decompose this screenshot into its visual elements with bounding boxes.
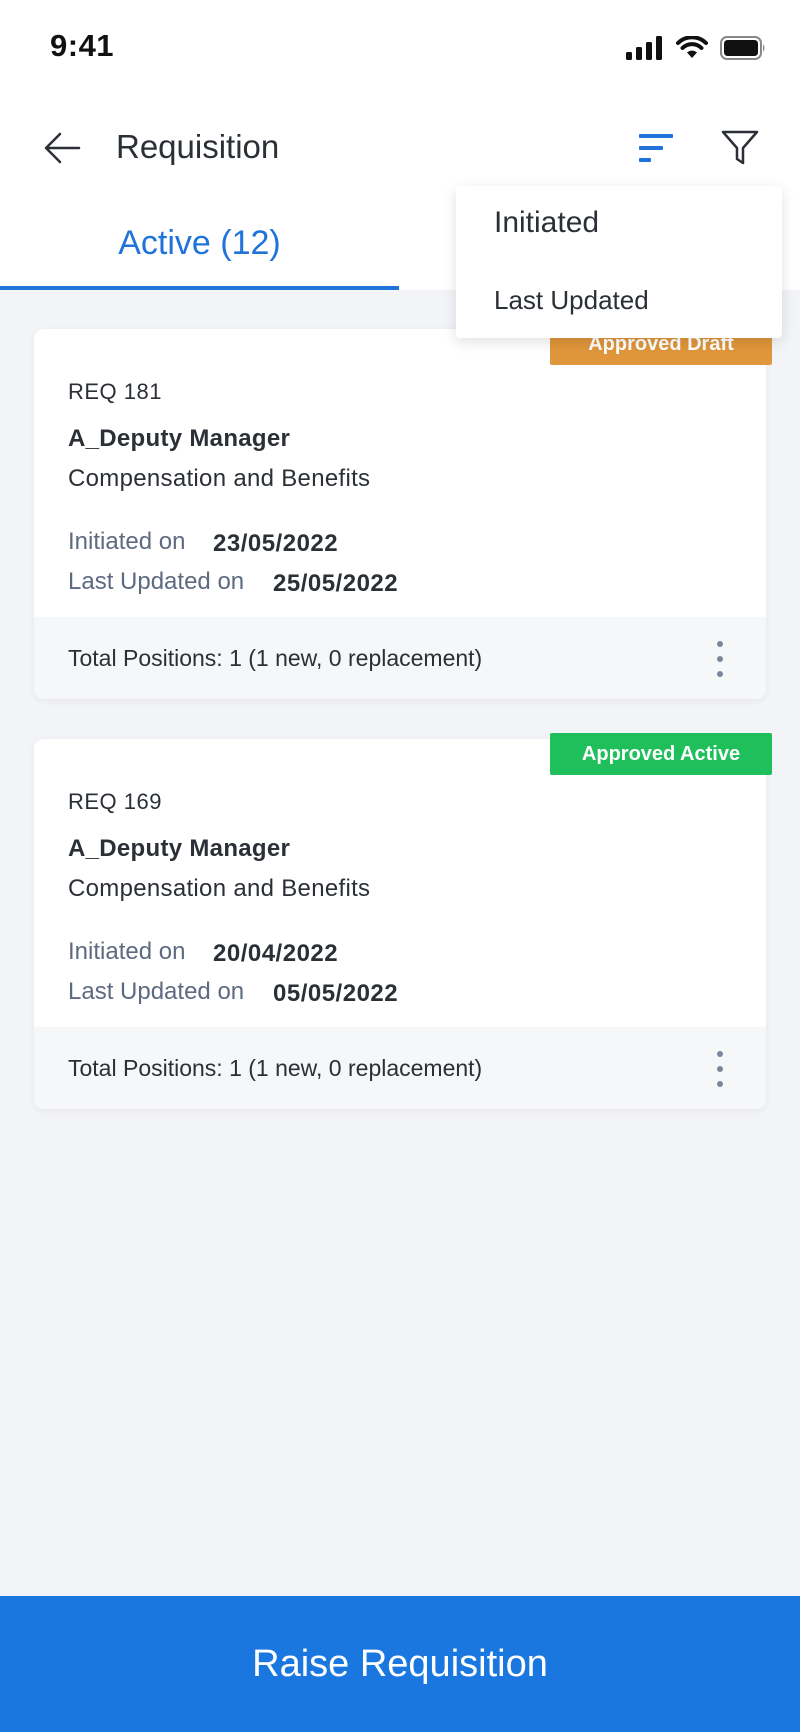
- sort-button[interactable]: [632, 126, 680, 170]
- back-button[interactable]: [40, 126, 84, 170]
- page-title: Requisition: [116, 128, 280, 165]
- last-updated-label: Last Updated on: [68, 978, 245, 1005]
- requisition-card[interactable]: Approved Active REQ 169 A_Deputy Manager…: [34, 733, 772, 1109]
- total-positions: Total Positions: 1 (1 new, 0 replacement…: [68, 645, 483, 671]
- more-vertical-icon: [717, 641, 723, 647]
- sort-icon: [639, 134, 673, 162]
- status-badge: Approved Active: [550, 733, 772, 775]
- sort-dropdown-menu: Initiated Last Updated: [456, 186, 782, 338]
- battery-icon: [720, 36, 765, 60]
- more-options-button[interactable]: [710, 637, 730, 681]
- filter-funnel-icon: [721, 130, 759, 165]
- initiated-label: Initiated on: [68, 528, 186, 555]
- requisition-id: REQ 181: [68, 379, 162, 404]
- tab-active-indicator: [0, 286, 399, 290]
- last-updated-label: Last Updated on: [68, 568, 245, 595]
- more-options-button[interactable]: [710, 1047, 730, 1091]
- more-vertical-icon: [717, 1051, 723, 1057]
- raise-requisition-button[interactable]: Raise Requisition: [0, 1596, 800, 1732]
- more-vertical-icon-dot: [717, 1081, 723, 1087]
- more-vertical-icon-dot: [717, 656, 723, 662]
- requisition-department: Compensation and Benefits: [68, 875, 371, 902]
- last-updated-date: 25/05/2022: [273, 570, 399, 597]
- requisition-role: A_Deputy Manager: [68, 425, 291, 452]
- more-vertical-icon-dot: [717, 1066, 723, 1072]
- cellular-signal-icon: [626, 36, 662, 60]
- sort-option-last-updated[interactable]: Last Updated: [494, 285, 649, 316]
- status-icons: [626, 36, 766, 60]
- status-time: 9:41: [50, 28, 115, 63]
- initiated-date: 20/04/2022: [213, 940, 339, 967]
- requisition-role: A_Deputy Manager: [68, 835, 291, 862]
- initiated-label: Initiated on: [68, 938, 186, 965]
- sort-option-initiated[interactable]: Initiated: [494, 206, 599, 240]
- requisition-department: Compensation and Benefits: [68, 465, 371, 492]
- tab-active-label: Active (12): [118, 224, 281, 262]
- arrow-left-icon: [44, 132, 81, 164]
- tab-active[interactable]: Active (12): [0, 210, 399, 290]
- initiated-date: 23/05/2022: [213, 530, 339, 557]
- last-updated-date: 05/05/2022: [273, 980, 399, 1007]
- filter-button[interactable]: [716, 124, 764, 172]
- card-footer: Total Positions: 1 (1 new, 0 replacement…: [34, 617, 766, 699]
- wifi-icon: [676, 36, 708, 58]
- more-vertical-icon-dot: [717, 671, 723, 677]
- total-positions: Total Positions: 1 (1 new, 0 replacement…: [68, 1055, 483, 1081]
- requisition-card[interactable]: Approved Draft REQ 181 A_Deputy Manager …: [34, 323, 772, 699]
- requisition-id: REQ 169: [68, 789, 162, 814]
- card-footer: Total Positions: 1 (1 new, 0 replacement…: [34, 1027, 766, 1109]
- status-bar: 9:41: [0, 0, 800, 100]
